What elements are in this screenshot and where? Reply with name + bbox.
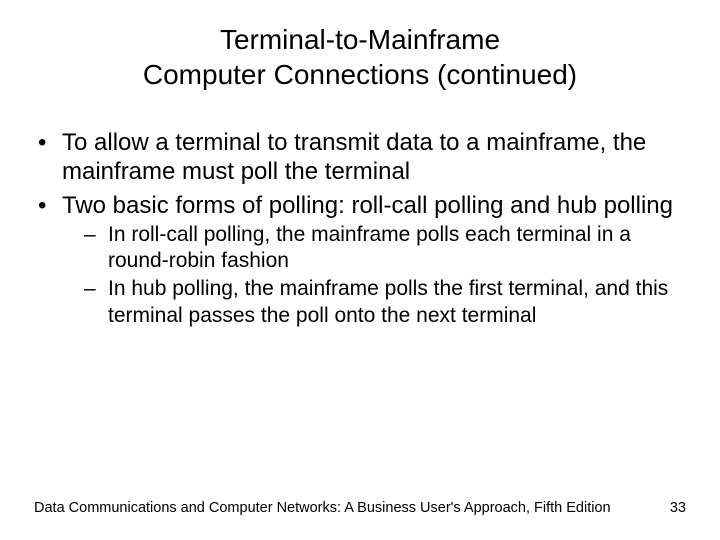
page-number: 33 [670,500,686,516]
slide-body: To allow a terminal to transmit data to … [34,128,680,333]
slide-title: Terminal-to-Mainframe Computer Connectio… [0,22,720,92]
slide: Terminal-to-Mainframe Computer Connectio… [0,0,720,540]
footer-source: Data Communications and Computer Network… [34,500,611,516]
sub-bullet-item: In hub polling, the mainframe polls the … [62,276,680,329]
sub-bullet-list: In roll-call polling, the mainframe poll… [62,222,680,329]
title-line-2: Computer Connections (continued) [143,59,577,90]
sub-bullet-text: In roll-call polling, the mainframe poll… [108,223,631,272]
title-line-1: Terminal-to-Mainframe [220,24,500,55]
bullet-item: Two basic forms of polling: roll-call po… [34,191,680,329]
bullet-item: To allow a terminal to transmit data to … [34,128,680,187]
bullet-text: Two basic forms of polling: roll-call po… [62,192,673,219]
bullet-list: To allow a terminal to transmit data to … [34,128,680,329]
sub-bullet-item: In roll-call polling, the mainframe poll… [62,222,680,275]
bullet-text: To allow a terminal to transmit data to … [62,129,646,185]
sub-bullet-text: In hub polling, the mainframe polls the … [108,277,668,326]
